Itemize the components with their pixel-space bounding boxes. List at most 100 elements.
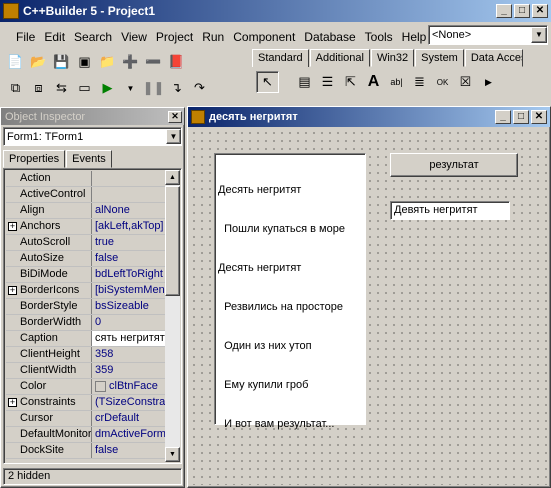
run-dropdown-icon[interactable]: ▼ <box>119 77 142 99</box>
property-row[interactable]: BiDiMode bdLeftToRight <box>6 267 165 283</box>
property-row[interactable]: AutoScroll true <box>6 235 165 251</box>
scroll-down-icon[interactable]: ▼ <box>165 447 180 462</box>
property-value[interactable]: crDefault <box>92 411 165 426</box>
expand-icon[interactable]: + <box>8 398 17 407</box>
property-row[interactable]: Cursor crDefault <box>6 411 165 427</box>
menu-search[interactable]: Search <box>74 30 112 44</box>
tab-system[interactable]: System <box>415 49 464 67</box>
menu-component[interactable]: Component <box>233 30 295 44</box>
property-row[interactable]: AutoSize false <box>6 251 165 267</box>
property-value[interactable]: dmActiveForm <box>92 427 165 442</box>
form-close-button[interactable]: ✕ <box>531 110 547 124</box>
close-button[interactable]: ✕ <box>532 4 548 18</box>
chevron-down-icon[interactable]: ▼ <box>166 129 181 144</box>
new-form-icon[interactable]: ▭ <box>73 77 96 99</box>
property-value[interactable] <box>92 171 165 186</box>
property-value[interactable]: [akLeft,akTop] <box>92 219 165 234</box>
tab-properties[interactable]: Properties <box>3 150 66 168</box>
memo[interactable]: Десять негритят Пошли купаться в море Де… <box>214 153 366 430</box>
open-folder-icon[interactable]: 📂 <box>27 51 50 73</box>
property-value[interactable]: [biSystemMenu, <box>92 283 165 298</box>
property-row[interactable]: ActiveControl <box>6 187 165 203</box>
property-value[interactable]: 358 <box>92 347 165 362</box>
menu-database[interactable]: Database <box>304 30 355 44</box>
menu-run[interactable]: Run <box>202 30 224 44</box>
label-icon[interactable]: A <box>362 71 385 93</box>
property-value[interactable]: bdLeftToRight <box>92 267 165 282</box>
view-form-icon[interactable]: ⧈ <box>27 77 50 99</box>
property-scrollbar[interactable]: ▲ ▼ <box>165 170 180 462</box>
help-book-icon[interactable]: 📕 <box>165 51 188 73</box>
result-edit[interactable]: Девять негритят <box>390 201 510 220</box>
tab-events[interactable]: Events <box>66 150 112 168</box>
property-row[interactable]: Color clBtnFace <box>6 379 165 395</box>
property-row[interactable]: Action <box>6 171 165 187</box>
pause-icon[interactable]: ❚❚ <box>142 77 165 99</box>
maximize-button[interactable]: □ <box>514 4 530 18</box>
run-icon[interactable]: ▶ <box>96 77 119 99</box>
open-project-icon[interactable]: 📁 <box>96 51 119 73</box>
property-value[interactable]: 0 <box>92 315 165 330</box>
menu-tools[interactable]: Tools <box>365 30 393 44</box>
menu-file[interactable]: File <box>16 30 35 44</box>
expand-icon[interactable]: + <box>8 222 17 231</box>
button-icon[interactable]: OK <box>431 71 454 93</box>
property-value[interactable]: сять негритят <box>92 331 165 346</box>
property-value[interactable]: 359 <box>92 363 165 378</box>
menu-view[interactable]: View <box>121 30 147 44</box>
form-maximize-button[interactable]: □ <box>513 110 529 124</box>
form-minimize-button[interactable]: _ <box>495 110 511 124</box>
menu-project[interactable]: Project <box>156 30 193 44</box>
property-value[interactable]: bsSizeable <box>92 299 165 314</box>
pointer-icon[interactable]: ↖ <box>256 71 279 93</box>
toggle-form-unit-icon[interactable]: ⇆ <box>50 77 73 99</box>
property-row[interactable]: + Anchors [akLeft,akTop] <box>6 219 165 235</box>
tab-additional[interactable]: Additional <box>309 49 370 67</box>
save-icon[interactable]: 💾 <box>50 51 73 73</box>
property-value[interactable]: (TSizeConstrain <box>92 395 165 410</box>
frames-icon[interactable]: ▤ <box>293 71 316 93</box>
property-row[interactable]: Align alNone <box>6 203 165 219</box>
result-button[interactable]: результат <box>390 153 518 177</box>
expand-icon[interactable]: + <box>8 286 17 295</box>
property-value[interactable]: false <box>92 443 165 458</box>
property-row[interactable]: +BorderIcons[biSystemMenu, <box>6 283 165 299</box>
tab-standard[interactable]: Standard <box>252 49 309 67</box>
popup-menu-icon[interactable]: ⇱ <box>339 71 362 93</box>
trace-into-icon[interactable]: ↴ <box>165 77 188 99</box>
property-row[interactable]: BorderStyle bsSizeable <box>6 299 165 315</box>
memo-icon[interactable]: ≣ <box>408 71 431 93</box>
inspector-close-button[interactable]: ✕ <box>168 110 182 123</box>
config-combo[interactable]: <None> ▼ <box>428 25 548 45</box>
new-file-icon[interactable]: 📄 <box>4 51 27 73</box>
property-row[interactable]: BorderWidth 0 <box>6 315 165 331</box>
property-row[interactable]: ClientHeight 358 <box>6 347 165 363</box>
property-row[interactable]: Caption сять негритят <box>6 331 165 347</box>
tab-win32[interactable]: Win32 <box>370 49 415 67</box>
add-to-project-icon[interactable]: ➕ <box>119 51 142 73</box>
checkbox-icon[interactable]: ☒ <box>454 71 477 93</box>
property-value[interactable]: true <box>92 235 165 250</box>
remove-from-project-icon[interactable]: ➖ <box>142 51 165 73</box>
property-value[interactable]: alNone <box>92 203 165 218</box>
property-value[interactable]: clBtnFace <box>92 379 165 394</box>
form-canvas[interactable]: Десять негритят Пошли купаться в море Де… <box>190 129 548 485</box>
step-over-icon[interactable]: ↷ <box>188 77 211 99</box>
object-combo[interactable]: Form1: TForm1 ▼ <box>3 127 182 146</box>
scroll-up-icon[interactable]: ▲ <box>165 170 180 185</box>
minimize-button[interactable]: _ <box>496 4 512 18</box>
property-row[interactable]: DockSite false <box>6 443 165 459</box>
main-menu-icon[interactable]: ☰ <box>316 71 339 93</box>
chevron-down-icon[interactable]: ▼ <box>531 27 547 43</box>
menu-edit[interactable]: Edit <box>44 30 65 44</box>
menu-help[interactable]: Help <box>402 30 427 44</box>
property-row[interactable]: DefaultMonitor dmActiveForm <box>6 427 165 443</box>
tab-data-access[interactable]: Data Access <box>464 49 523 67</box>
scroll-thumb[interactable] <box>165 186 180 296</box>
property-row[interactable]: +Constraints(TSizeConstrain <box>6 395 165 411</box>
property-value[interactable]: false <box>92 251 165 266</box>
property-row[interactable]: ClientWidth 359 <box>6 363 165 379</box>
property-value[interactable] <box>92 187 165 202</box>
save-all-icon[interactable]: ▣ <box>73 51 96 73</box>
view-unit-icon[interactable]: ⧉ <box>4 77 27 99</box>
